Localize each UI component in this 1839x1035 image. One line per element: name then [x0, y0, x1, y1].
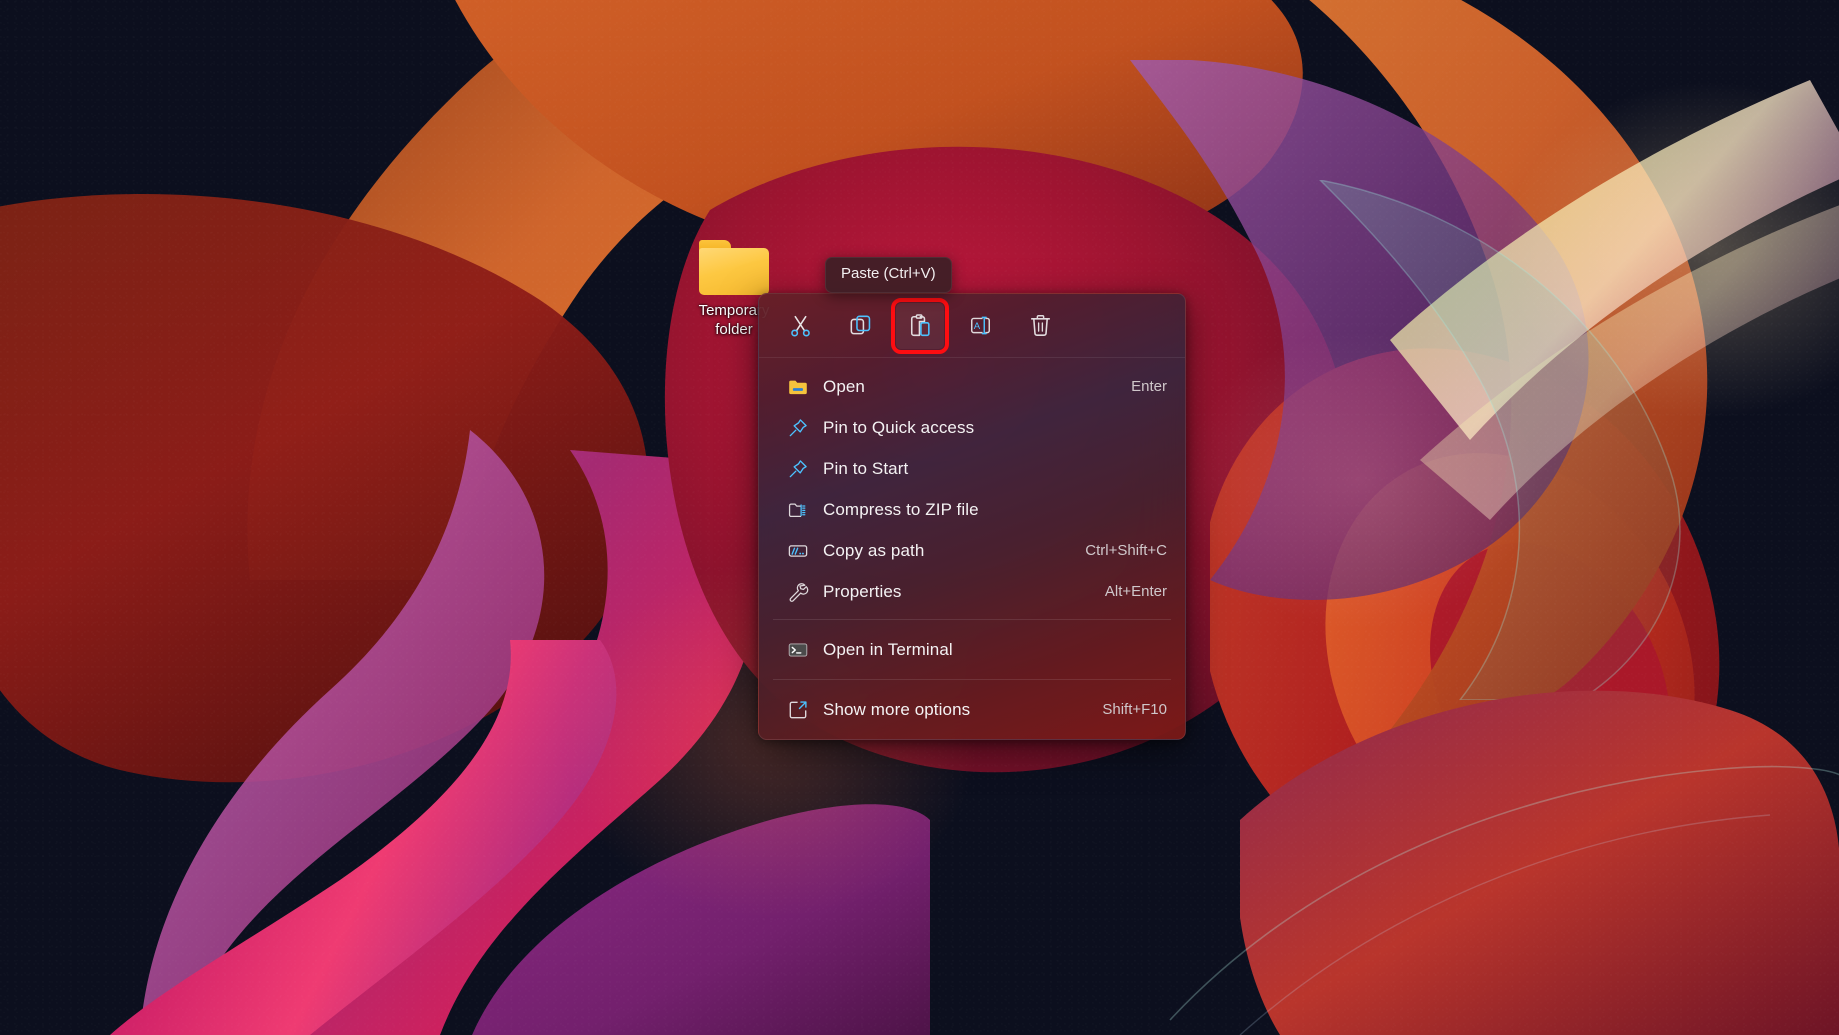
desktop-screen: Temporary folder Paste (Ctrl+V): [0, 0, 1839, 1035]
paste-icon: [908, 313, 933, 338]
delete-icon: [1028, 313, 1053, 338]
menu-item-show-more-options-label: Show more options: [823, 700, 1102, 720]
rename-button[interactable]: A: [956, 303, 1004, 349]
context-menu-group-terminal: Open in Terminal: [759, 620, 1185, 679]
wrench-icon: [787, 581, 819, 603]
menu-item-properties-label: Properties: [823, 582, 1105, 602]
copy-button[interactable]: [836, 303, 884, 349]
folder-icon-body: [699, 248, 769, 295]
context-menu[interactable]: A: [758, 293, 1186, 740]
menu-item-show-more-options-shortcut: Shift+F10: [1102, 701, 1167, 719]
menu-item-pin-to-quick-access-label: Pin to Quick access: [823, 418, 1167, 438]
cut-button[interactable]: [776, 303, 824, 349]
folder-icon: [699, 240, 769, 295]
context-menu-group-more: Show more options Shift+F10: [759, 680, 1185, 739]
cut-icon: [788, 313, 813, 338]
menu-item-open-in-terminal[interactable]: Open in Terminal: [759, 629, 1185, 670]
menu-item-copy-as-path-shortcut: Ctrl+Shift+C: [1085, 542, 1167, 560]
svg-text:A: A: [973, 321, 980, 332]
menu-item-copy-as-path[interactable]: Copy as path Ctrl+Shift+C: [759, 530, 1185, 571]
menu-item-properties[interactable]: Properties Alt+Enter: [759, 571, 1185, 612]
zip-folder-icon: [787, 499, 819, 521]
pin-icon: [787, 417, 819, 439]
menu-item-pin-to-quick-access[interactable]: Pin to Quick access: [759, 407, 1185, 448]
menu-item-pin-to-start[interactable]: Pin to Start: [759, 448, 1185, 489]
copy-icon: [848, 313, 873, 338]
menu-item-pin-to-start-label: Pin to Start: [823, 459, 1167, 479]
menu-item-properties-shortcut: Alt+Enter: [1105, 583, 1167, 601]
context-menu-group-primary: Open Enter Pin to Quick access: [759, 358, 1185, 619]
menu-item-copy-as-path-label: Copy as path: [823, 541, 1085, 561]
show-more-icon: [787, 699, 819, 721]
menu-item-open[interactable]: Open Enter: [759, 366, 1185, 407]
menu-item-open-in-terminal-label: Open in Terminal: [823, 640, 1167, 660]
paste-button[interactable]: [896, 303, 944, 349]
folder-open-icon: [787, 376, 819, 398]
menu-item-compress-to-zip-label: Compress to ZIP file: [823, 500, 1167, 520]
delete-button[interactable]: [1016, 303, 1064, 349]
menu-item-compress-to-zip[interactable]: Compress to ZIP file: [759, 489, 1185, 530]
menu-item-open-label: Open: [823, 377, 1131, 397]
context-menu-toolbar: A: [759, 294, 1185, 358]
menu-item-show-more-options[interactable]: Show more options Shift+F10: [759, 689, 1185, 730]
pin-icon: [787, 458, 819, 480]
terminal-icon: [787, 639, 819, 661]
paste-tooltip: Paste (Ctrl+V): [825, 257, 952, 293]
menu-item-open-shortcut: Enter: [1131, 378, 1167, 396]
rename-icon: A: [968, 313, 993, 338]
copy-path-icon: [787, 540, 819, 562]
